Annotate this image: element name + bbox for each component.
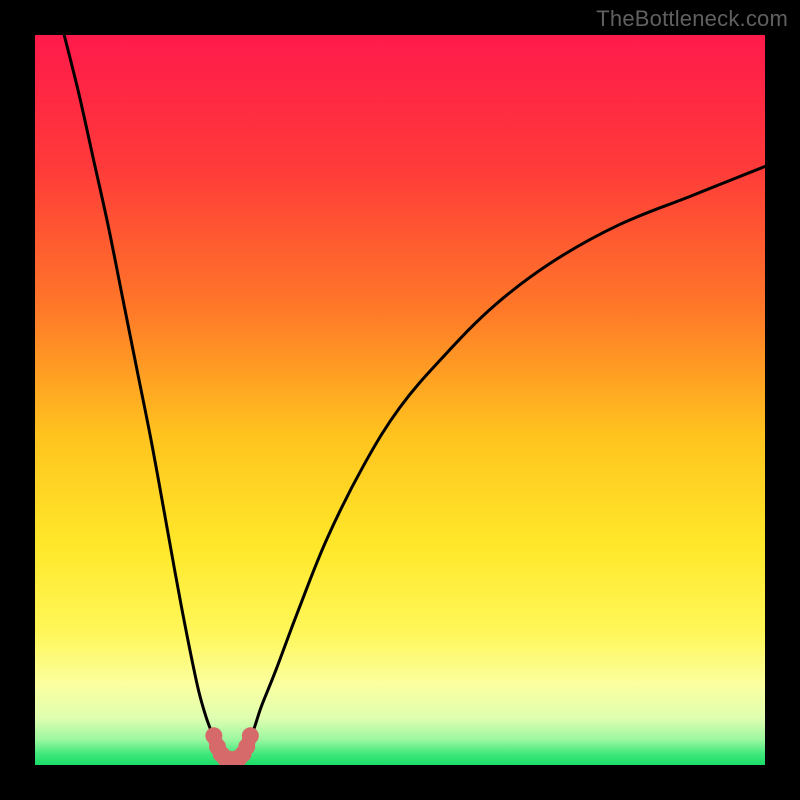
plot-area — [35, 35, 765, 765]
attribution-watermark: TheBottleneck.com — [596, 6, 788, 32]
chart-svg — [35, 35, 765, 765]
trough-marker-dot — [242, 727, 259, 744]
chart-frame: TheBottleneck.com — [0, 0, 800, 800]
